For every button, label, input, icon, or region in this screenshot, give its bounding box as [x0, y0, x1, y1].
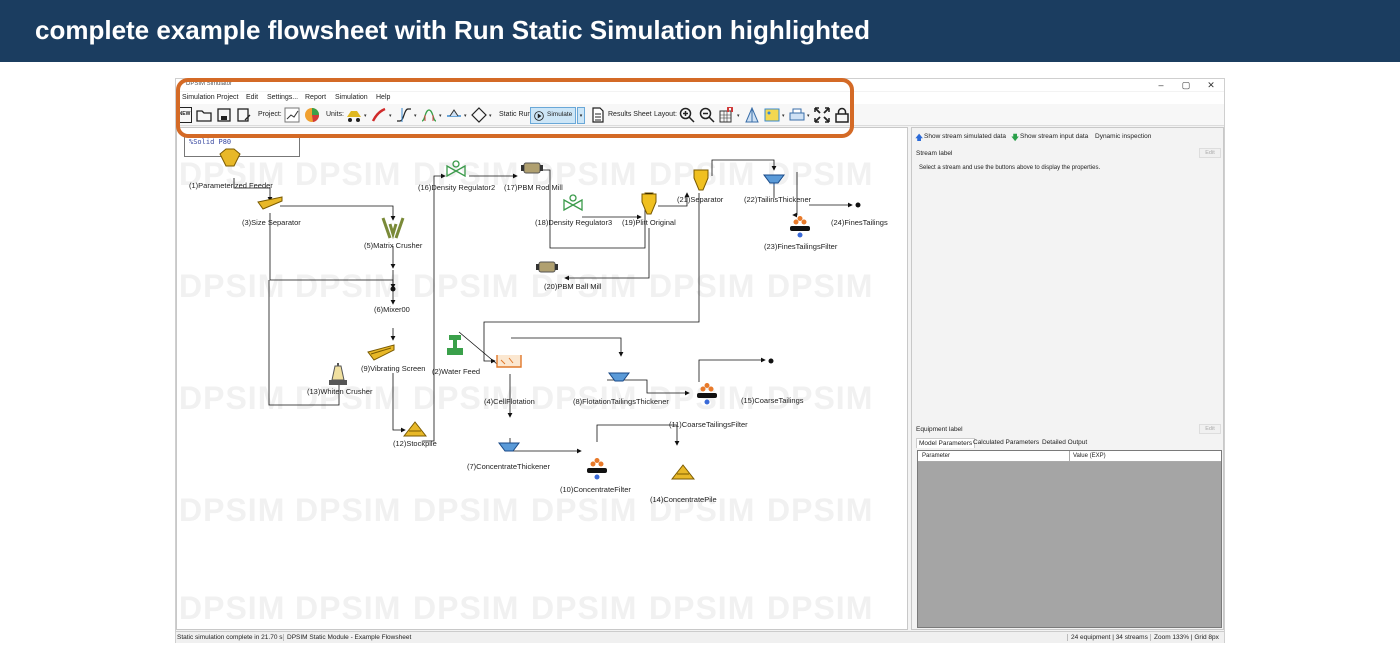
equipment-label[interactable]: (14)ConcentratePile — [650, 495, 717, 504]
status-zoom: Zoom 133% | Grid 8px — [1150, 634, 1219, 641]
show-input-button[interactable]: Show stream input data — [1020, 133, 1088, 140]
equipment-label[interactable]: (4)CellFlotation — [484, 397, 535, 406]
simulate-highlight-box — [176, 78, 854, 138]
equipment-label[interactable]: (21)Separator — [677, 195, 723, 204]
rod-mill-icon[interactable] — [520, 161, 544, 175]
table-header: Parameter Value (EXP) — [918, 451, 1221, 462]
col-value: Value (EXP) — [1073, 453, 1106, 459]
equipment-label[interactable]: (23)FinesTailingsFilter — [764, 242, 837, 251]
vibrating-screen-icon[interactable] — [367, 343, 395, 361]
equipment-edit-button[interactable]: Edit — [1199, 424, 1221, 434]
separator-icon[interactable] — [692, 168, 710, 192]
equipment-label[interactable]: (22)TailinsThickener — [744, 195, 811, 204]
equipment-label[interactable]: (18)Density Regulator3 — [535, 218, 612, 227]
tab-model-parameters[interactable]: Model Parameters — [916, 438, 976, 448]
arrow-down-icon: 🡇 — [1011, 133, 1020, 142]
coarse-tailings-filter-icon[interactable] — [696, 383, 718, 405]
equipment-label[interactable]: (3)Size Separator — [242, 218, 301, 227]
equipment-label[interactable]: (17)PBM Rod Mill — [504, 183, 563, 192]
statusbar: Static simulation complete in 21.70 s DP… — [176, 631, 1224, 643]
equipment-label[interactable]: (11)CoarseTailingsFilter — [669, 420, 748, 429]
size-separator-icon[interactable] — [257, 196, 283, 210]
status-message: Static simulation complete in 21.70 s — [177, 634, 283, 641]
equipment-label[interactable]: (9)Vibrating Screen — [361, 364, 425, 373]
tab-calculated-parameters[interactable]: Calculated Parameters — [973, 439, 1039, 446]
slide-header: complete example flowsheet with Run Stat… — [0, 0, 1400, 62]
hydrocyclone-icon[interactable] — [640, 192, 658, 216]
properties-panel: 🡅 Show stream simulated data 🡇 Show stre… — [911, 127, 1224, 630]
stream-edit-button[interactable]: Edit — [1199, 148, 1221, 158]
density-regulator-icon[interactable] — [445, 160, 467, 178]
close-button[interactable]: ✕ — [1201, 79, 1221, 91]
dynamic-inspection-button[interactable]: Dynamic inspection — [1095, 133, 1151, 140]
equipment-label[interactable]: (20)PBM Ball Mill — [544, 282, 602, 291]
flotation-thickener-icon[interactable] — [608, 370, 630, 384]
col-parameter: Parameter — [922, 453, 951, 459]
equipment-label[interactable]: (5)Matrix Crusher — [364, 241, 422, 250]
crusher-icon[interactable] — [381, 216, 405, 240]
slide-title: complete example flowsheet with Run Stat… — [35, 15, 870, 45]
equipment-label[interactable]: (19)Plitt Original — [622, 218, 676, 227]
status-counts: 24 equipment | 34 streams — [1067, 634, 1148, 641]
equipment-label-heading: Equipment label — [916, 426, 963, 433]
equipment-label[interactable]: (12)Stockpile — [393, 439, 437, 448]
equipment-label[interactable]: (13)Whiten Crusher — [307, 387, 372, 396]
show-simulated-button[interactable]: Show stream simulated data — [924, 133, 1006, 140]
equipment-label[interactable]: (6)Mixer00 — [374, 305, 410, 314]
stream-label-heading: Stream label — [916, 150, 953, 157]
stream-hint-text: Select a stream and use the buttons abov… — [919, 165, 1101, 171]
filter-icon[interactable] — [789, 216, 811, 238]
maximize-button[interactable]: ▢ — [1176, 79, 1196, 91]
equipment-label[interactable]: (24)FinesTailings — [831, 218, 888, 227]
flowsheet-canvas[interactable]: DPSIM DPSIM DPSIM DPSIM DPSIM DPSIM DPSI… — [176, 127, 908, 630]
density-regulator-3-icon[interactable] — [562, 194, 584, 212]
concentrate-thickener-icon[interactable] — [498, 440, 520, 454]
equipment-label[interactable]: (10)ConcentrateFilter — [560, 485, 631, 494]
arrow-up-icon: 🡅 — [915, 133, 924, 142]
concentrate-filter-icon[interactable] — [586, 458, 608, 480]
equipment-label[interactable]: (15)CoarseTailings — [741, 396, 804, 405]
equipment-label[interactable]: (7)ConcentrateThickener — [467, 462, 550, 471]
flotation-cell-icon[interactable] — [496, 353, 522, 369]
equipment-label[interactable]: (16)Density Regulator2 — [418, 183, 495, 192]
tab-detailed-output[interactable]: Detailed Output — [1042, 439, 1087, 446]
equipment-label[interactable]: (2)Water Feed — [432, 367, 480, 376]
concentrate-pile-icon[interactable] — [671, 463, 695, 481]
minimize-button[interactable]: – — [1151, 79, 1171, 91]
app-window: DPSIM Simulator – ▢ ✕ Simulation Project… — [175, 78, 1225, 643]
column-divider — [1069, 451, 1070, 462]
equipment-label[interactable]: (8)FlotationTailingsThickener — [573, 397, 669, 406]
stockpile-icon[interactable] — [403, 420, 427, 438]
feeder-icon[interactable] — [218, 148, 242, 168]
status-module: DPSIM Static Module - Example Flowsheet — [283, 634, 411, 641]
water-feed-valve-icon[interactable] — [445, 333, 465, 357]
parameters-table[interactable]: Parameter Value (EXP) — [917, 450, 1222, 628]
equipment-label[interactable]: (1)Parameterized Feeder — [189, 181, 273, 190]
thickener-icon[interactable] — [763, 172, 785, 186]
cone-crusher-icon[interactable] — [327, 362, 349, 386]
ball-mill-icon[interactable] — [535, 260, 559, 274]
